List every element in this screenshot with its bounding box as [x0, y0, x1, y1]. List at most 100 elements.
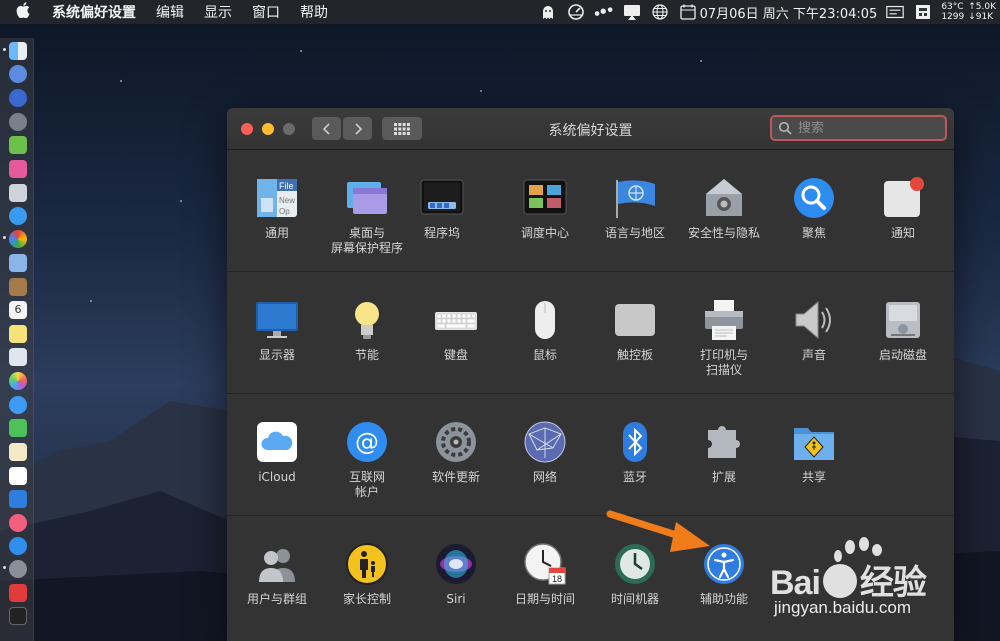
- pref-mouse[interactable]: 鼠标: [500, 298, 590, 363]
- pref-language-region[interactable]: 语言与地区: [590, 176, 680, 241]
- date-time-icon: 18: [524, 543, 566, 585]
- ghost-icon[interactable]: [538, 3, 558, 21]
- safari-icon[interactable]: [9, 207, 27, 225]
- pref-sharing[interactable]: 共享: [769, 420, 859, 485]
- pref-label: 时间机器: [610, 592, 659, 606]
- siri-dock-icon[interactable]: [9, 65, 27, 83]
- pref-section-hardware: 显示器 节能 键盘 鼠标 触控板 打印机与 扫描仪 声音 启动磁盘: [227, 272, 954, 394]
- security-privacy-icon: [706, 179, 742, 216]
- svg-text:File: File: [279, 181, 294, 191]
- pref-printers-scanners[interactable]: 打印机与 扫描仪: [679, 298, 769, 378]
- pages-icon[interactable]: [9, 443, 27, 461]
- pref-dock[interactable]: 程序坞: [397, 176, 487, 241]
- keynote-icon[interactable]: [9, 490, 27, 508]
- grid-icon: [394, 122, 410, 135]
- maps-icon[interactable]: [9, 348, 27, 366]
- notifications-icon: [884, 177, 924, 217]
- messages-icon[interactable]: [9, 396, 27, 414]
- clock-text[interactable]: 07月06日 周六 下午23:04:05: [700, 3, 878, 22]
- calendar-icon[interactable]: [678, 3, 698, 21]
- pref-energy-saver[interactable]: 节能: [322, 298, 412, 363]
- pref-spotlight[interactable]: 聚焦: [769, 176, 859, 241]
- pref-notifications[interactable]: 通知: [858, 176, 948, 241]
- pref-startup-disk[interactable]: 启动磁盘: [858, 298, 948, 363]
- pref-users-groups[interactable]: 用户与群组: [232, 542, 322, 607]
- forward-button[interactable]: [343, 117, 372, 140]
- pref-trackpad[interactable]: 触控板: [590, 298, 680, 363]
- dock-running-dot: [3, 48, 6, 51]
- pref-label: 网络: [532, 470, 557, 484]
- system-app-icon[interactable]: [9, 184, 27, 202]
- menu-view[interactable]: 显示: [194, 2, 242, 22]
- launchpad-icon[interactable]: [9, 113, 27, 131]
- preview-icon[interactable]: [9, 254, 27, 272]
- gauge-icon[interactable]: [566, 3, 586, 21]
- minimize-button[interactable]: [262, 123, 274, 135]
- pref-keyboard[interactable]: 键盘: [411, 298, 501, 363]
- pref-extensions[interactable]: 扩展: [679, 420, 769, 485]
- pref-label: 蓝牙: [622, 470, 647, 484]
- notes-icon[interactable]: [9, 325, 27, 343]
- menu-help[interactable]: 帮助: [290, 2, 338, 22]
- show-all-button[interactable]: [382, 117, 422, 140]
- chevron-left-icon: [322, 122, 330, 135]
- system-preferences-dock-icon[interactable]: [9, 560, 27, 578]
- itunes-icon[interactable]: [9, 514, 27, 532]
- apple-menu-icon[interactable]: [0, 2, 46, 22]
- menu-window[interactable]: 窗口: [242, 2, 290, 22]
- pref-mission-control[interactable]: 调度中心: [500, 176, 590, 241]
- app-store-pink-icon[interactable]: [9, 160, 27, 178]
- general-icon: File New Op: [257, 179, 297, 217]
- app-status-icon[interactable]: [913, 3, 933, 21]
- android-icon[interactable]: [9, 136, 27, 154]
- calendar-day-text: 18: [552, 574, 562, 584]
- pref-label: 显示器: [258, 348, 295, 362]
- internet-accounts-icon: @: [347, 422, 387, 462]
- terminal-icon[interactable]: [9, 607, 27, 625]
- finder-icon[interactable]: [9, 42, 27, 60]
- search-field[interactable]: [770, 115, 947, 141]
- airplay-display-icon[interactable]: [622, 3, 642, 21]
- close-button[interactable]: [241, 123, 253, 135]
- pref-general[interactable]: File New Op 通用: [232, 176, 322, 241]
- pref-sound[interactable]: 声音: [769, 298, 859, 363]
- chrome-icon[interactable]: [9, 230, 27, 248]
- pref-parental-controls[interactable]: 家长控制: [322, 542, 412, 607]
- software-update-icon: [436, 422, 476, 462]
- pref-network[interactable]: 网络: [500, 420, 590, 485]
- pref-displays[interactable]: 显示器: [232, 298, 322, 363]
- language-region-icon: [616, 180, 655, 218]
- pref-security-privacy[interactable]: 安全性与隐私: [679, 176, 769, 241]
- numbers-icon[interactable]: [9, 467, 27, 485]
- menu-edit[interactable]: 编辑: [146, 2, 194, 22]
- facetime-icon[interactable]: [9, 419, 27, 437]
- search-input[interactable]: [798, 120, 938, 136]
- back-button[interactable]: [312, 117, 341, 140]
- icloud-icon: [257, 422, 297, 462]
- pref-siri[interactable]: Siri: [411, 542, 501, 607]
- contacts-icon[interactable]: [9, 278, 27, 296]
- app-store-icon[interactable]: [9, 537, 27, 555]
- pref-label: 聚焦: [801, 226, 826, 240]
- safari-dock-icon[interactable]: [9, 89, 27, 107]
- pref-date-time[interactable]: 18 日期与时间: [500, 542, 590, 607]
- pref-label: 声音: [801, 348, 826, 362]
- globe-icon[interactable]: [650, 3, 670, 21]
- zoom-button[interactable]: [283, 123, 295, 135]
- users-groups-icon: [259, 549, 295, 582]
- pref-bluetooth[interactable]: 蓝牙: [590, 420, 680, 485]
- pref-icloud[interactable]: iCloud: [232, 420, 322, 485]
- photos-icon[interactable]: [9, 372, 27, 390]
- calendar-dock-icon[interactable]: 6: [9, 301, 27, 319]
- pref-label: 键盘: [443, 348, 468, 362]
- siri-icon: [436, 544, 476, 584]
- dots-icon[interactable]: [594, 3, 614, 21]
- svg-text:New: New: [279, 196, 295, 205]
- menu-app-name[interactable]: 系统偏好设置: [46, 2, 146, 22]
- istat-icon[interactable]: [885, 3, 905, 21]
- trackpad-icon: [615, 304, 655, 336]
- pref-label: 日期与时间: [514, 592, 575, 606]
- vivaldi-icon[interactable]: [9, 584, 27, 602]
- pref-software-update[interactable]: 软件更新: [411, 420, 501, 485]
- pref-internet-accounts[interactable]: @ 互联网 帐户: [322, 420, 412, 500]
